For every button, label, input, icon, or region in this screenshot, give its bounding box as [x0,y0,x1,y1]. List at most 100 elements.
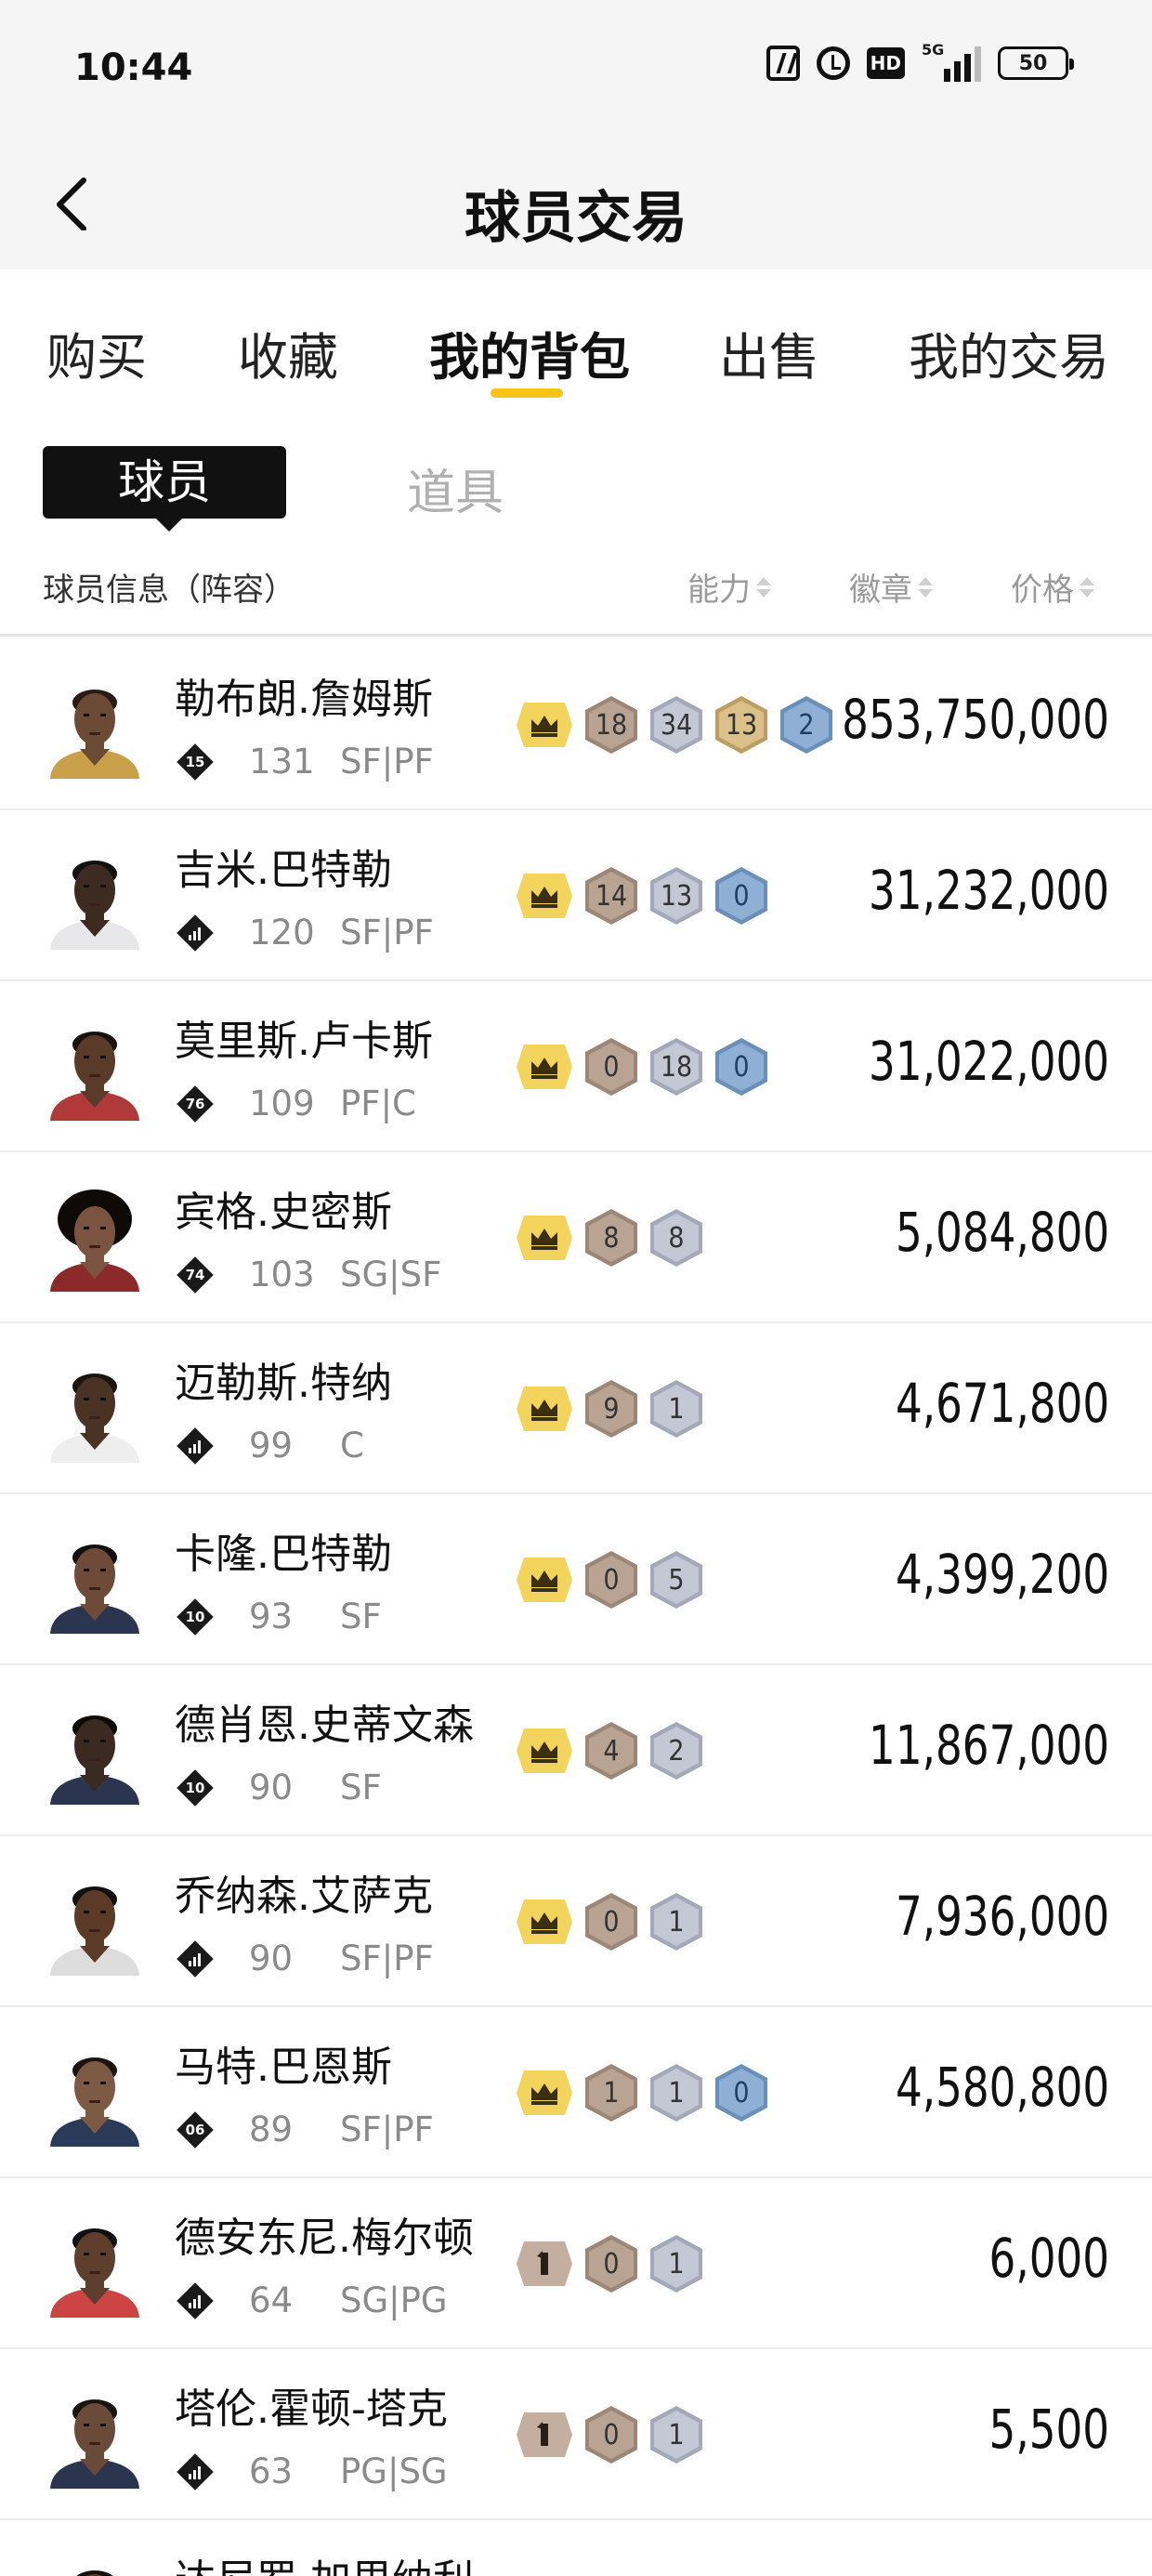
tab-buy[interactable]: 购买 [46,316,147,389]
player-avatar [43,675,147,779]
player-name: 达尼罗.加里纳利 [175,2546,474,2576]
subtab-players[interactable]: 球员 [43,446,286,532]
player-row[interactable]: 德肖恩.史蒂文森 10 90 SF 4 2 11,867,000 [0,1665,1152,1836]
number-rank-icon: 76 [177,1085,214,1123]
status-bar: 10:44 HD 5G 50 [0,0,1152,139]
player-row[interactable]: 乔纳森.艾萨克 90 SF|PF 0 1 7,936,000 [0,1836,1152,2007]
badge-count: 1 [603,2076,620,2109]
blue-badge-hex: 0 [713,2063,769,2123]
player-name: 卡隆.巴特勒 [175,1531,392,1578]
player-overall: 89 [249,2109,294,2149]
sort-ability[interactable]: 能力 [687,564,771,610]
tab-favorites[interactable]: 收藏 [238,316,338,389]
signal-rank-icon [177,1940,214,1978]
bronze-badge-hex: 9 [583,1379,639,1439]
subtab-items[interactable]: 道具 [407,453,504,523]
signal-rank-icon [177,1427,214,1465]
badge-group: 42 [515,1721,704,1781]
sort-icon [756,576,771,598]
player-overall: 93 [249,1597,294,1636]
player-row[interactable]: 卡隆.巴特勒 10 93 SF 0 5 4,399,200 [0,1494,1152,1665]
signal-rank-icon [177,2453,214,2491]
crown-tier-icon [515,1727,574,1775]
silver-badge-hex: 1 [648,2234,704,2293]
badge-count: 34 [660,708,693,742]
badge-count: 14 [595,879,628,913]
silver-badge-hex: 1 [648,1892,704,1952]
tier-one-icon [515,2240,574,2288]
blue-badge-hex: 0 [713,866,769,926]
player-price: 31,232,000 [868,859,1109,922]
badge-count: 1 [668,1905,685,1939]
badge-count: 0 [733,2076,750,2109]
player-name: 莫里斯.卢卡斯 [175,1018,433,1065]
player-row[interactable]: 塔伦.霍顿-塔克 63 PG|SG 0 1 5,500 [0,2349,1152,2520]
player-overall: 64 [249,2280,294,2320]
badge-count: 1 [668,1392,685,1426]
tab-sell[interactable]: 出售 [719,316,819,389]
player-price: 11,867,000 [868,1714,1109,1777]
player-avatar [43,2556,147,2576]
bronze-badge-hex: 14 [583,866,639,926]
player-position: C [340,1426,364,1465]
sort-price[interactable]: 价格 [1011,564,1094,610]
player-avatar [43,2214,147,2318]
player-row[interactable]: 宾格.史密斯 74 103 SG|SF 8 8 5,084,800 [0,1152,1152,1323]
crown-tier-icon [515,872,574,920]
column-header: 球员信息（阵容） 能力 徽章 价格 [0,544,1152,637]
badge-count: 13 [725,708,758,742]
nfc-icon [766,46,800,81]
player-name: 宾格.史密斯 [175,1189,392,1236]
player-price: 5,500 [988,2398,1109,2461]
player-name: 德肖恩.史蒂文森 [175,1702,474,1749]
player-name: 勒布朗.詹姆斯 [175,676,433,723]
badge-group: 01 [515,2234,704,2293]
number-rank-icon: 15 [177,743,214,781]
player-avatar [43,1188,147,1292]
player-name: 塔伦.霍顿-塔克 [175,2385,448,2433]
number-rank-icon: 06 [177,2111,214,2149]
badge-group: 05 [515,1550,704,1610]
rank-number: 76 [185,1096,205,1112]
badge-count: 4 [603,1734,620,1768]
player-position: SG|SF [340,1255,442,1295]
tab-my-bag[interactable]: 我的背包 [429,316,630,389]
player-row[interactable]: 莫里斯.卢卡斯 76 109 PF|C 0 18 0 31,022,000 [0,981,1152,1152]
column-ability-label: 能力 [687,572,751,609]
rank-number: 06 [185,2122,205,2138]
player-row[interactable]: 德安东尼.梅尔顿 64 SG|PG 0 1 6,000 [0,2178,1152,2349]
player-row[interactable]: 吉米.巴特勒 120 SF|PF 14 13 0 31,232,000 [0,810,1152,981]
silver-badge-hex: 1 [648,2405,704,2464]
player-row[interactable]: 马特.巴恩斯 06 89 SF|PF 1 1 0 4,580,800 [0,2007,1152,2178]
bronze-badge-hex: 18 [583,695,639,755]
player-overall: 90 [249,1939,294,1978]
player-position: SF|PF [340,1939,434,1978]
blue-badge-hex: 0 [713,1037,769,1097]
player-avatar [43,2385,147,2489]
crown-tier-icon [515,2069,574,2117]
player-position: SF [340,1597,382,1636]
badge-group: 0 18 0 [515,1037,769,1097]
title-bar: 球员交易 [0,139,1152,269]
player-row[interactable]: 迈勒斯.特纳 99 C 9 1 4,671,800 [0,1323,1152,1494]
player-position: SF|PF [340,2109,434,2149]
tab-my-trades[interactable]: 我的交易 [909,316,1109,389]
player-overall: 120 [249,913,315,953]
player-row[interactable]: 勒布朗.詹姆斯 15 131 SF|PF 18 34 13 2 853,750,000 [0,639,1152,810]
player-position: SF|PF [340,913,434,953]
sort-badge[interactable]: 徽章 [849,564,933,610]
player-price: 4,580,800 [895,2056,1109,2119]
column-price-label: 价格 [1011,572,1074,609]
silver-badge-hex: 2 [648,1721,704,1781]
rank-number: 10 [185,1609,205,1625]
number-rank-icon: 10 [177,1769,214,1807]
column-player-info: 球员信息（阵容） [43,572,295,609]
player-overall: 131 [249,742,315,782]
silver-badge-hex: 8 [648,1208,704,1268]
bronze-badge-hex: 0 [583,2234,639,2293]
player-position: SG|PG [340,2280,448,2320]
badge-group: 01 [515,1892,704,1952]
signal-rank-icon [177,914,214,952]
badge-group: 14 13 0 [515,866,769,926]
player-row[interactable]: 达尼罗.加里纳利 [0,2520,1152,2576]
